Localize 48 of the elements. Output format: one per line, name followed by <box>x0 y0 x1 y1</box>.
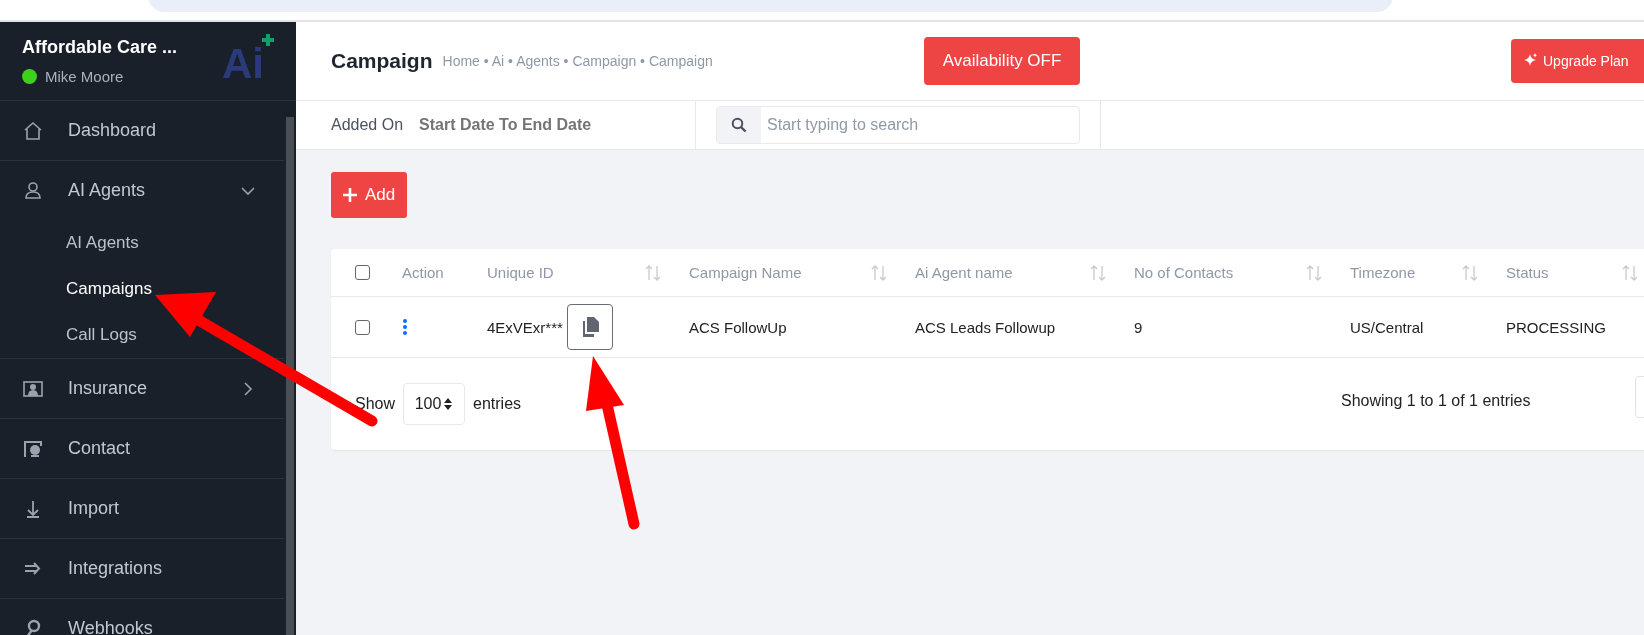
table-cell: 4ExVExr*** <box>487 318 563 336</box>
table-cell: US/Central <box>1350 318 1424 336</box>
scrollbar[interactable] <box>286 117 294 635</box>
search-icon <box>731 117 748 133</box>
sort-icon[interactable] <box>1306 263 1322 282</box>
entries-label: entries <box>473 395 522 413</box>
date-range-field[interactable]: Start Date To End Date <box>419 116 610 134</box>
copy-button[interactable] <box>566 304 613 350</box>
sort-icon[interactable] <box>871 263 887 282</box>
page-size-select[interactable]: 100 <box>403 383 466 425</box>
show-label: Show <box>355 395 396 413</box>
copy-icon <box>580 317 599 337</box>
sidebar-item[interactable]: Integrations <box>0 539 284 599</box>
entries-summary: Showing 1 to 1 of 1 entries <box>1341 392 1531 410</box>
table-cell: ACS Leads Followup <box>915 318 1056 336</box>
row-checkbox[interactable] <box>355 319 370 335</box>
sidebar-item[interactable]: Import <box>0 479 284 539</box>
search-field[interactable]: Start typing to search <box>716 106 1081 144</box>
person-icon <box>22 179 44 202</box>
table-cell: 9 <box>1134 318 1143 336</box>
sidebar-item[interactable]: Contact <box>0 419 284 479</box>
table-cell: PROCESSING <box>1506 318 1607 336</box>
plus-icon <box>343 188 357 202</box>
filter-label: Added On <box>331 116 404 134</box>
upgrade-button[interactable]: Upgrade Plan <box>1511 39 1644 83</box>
app-logo: Ai <box>222 34 274 88</box>
table-cell: ACS FollowUp <box>689 318 787 336</box>
user-name: Mike Moore <box>45 68 124 85</box>
more-icon[interactable] <box>402 318 408 336</box>
sidebar-subitem[interactable]: Call Logs <box>0 312 284 358</box>
add-button[interactable]: Add <box>331 172 407 218</box>
sidebar-subitem[interactable]: AI Agents <box>0 220 284 266</box>
home-icon <box>22 119 44 142</box>
select-all-checkbox[interactable] <box>355 265 370 280</box>
sort-icon[interactable] <box>1090 263 1106 282</box>
sidebar-item[interactable]: AI Agents <box>0 161 284 220</box>
sort-icon[interactable] <box>1462 263 1478 282</box>
sort-caret-icon <box>443 397 454 411</box>
page-title: Campaign <box>331 49 433 73</box>
sort-icon[interactable] <box>1622 263 1638 282</box>
breadcrumb: Home • Ai • Agents • Campaign • Campaign <box>442 53 713 69</box>
availability-button[interactable]: Availability OFF <box>924 37 1080 85</box>
sidebar-item[interactable]: Dashboard <box>0 101 284 161</box>
sidebar-item[interactable]: Webhooks <box>0 599 284 635</box>
sidebar-item[interactable]: Insurance <box>0 359 284 419</box>
sidebar-subitem[interactable]: Campaigns <box>0 266 284 312</box>
organization-name: Affordable Care ... <box>22 37 178 58</box>
sort-icon[interactable] <box>645 263 661 282</box>
